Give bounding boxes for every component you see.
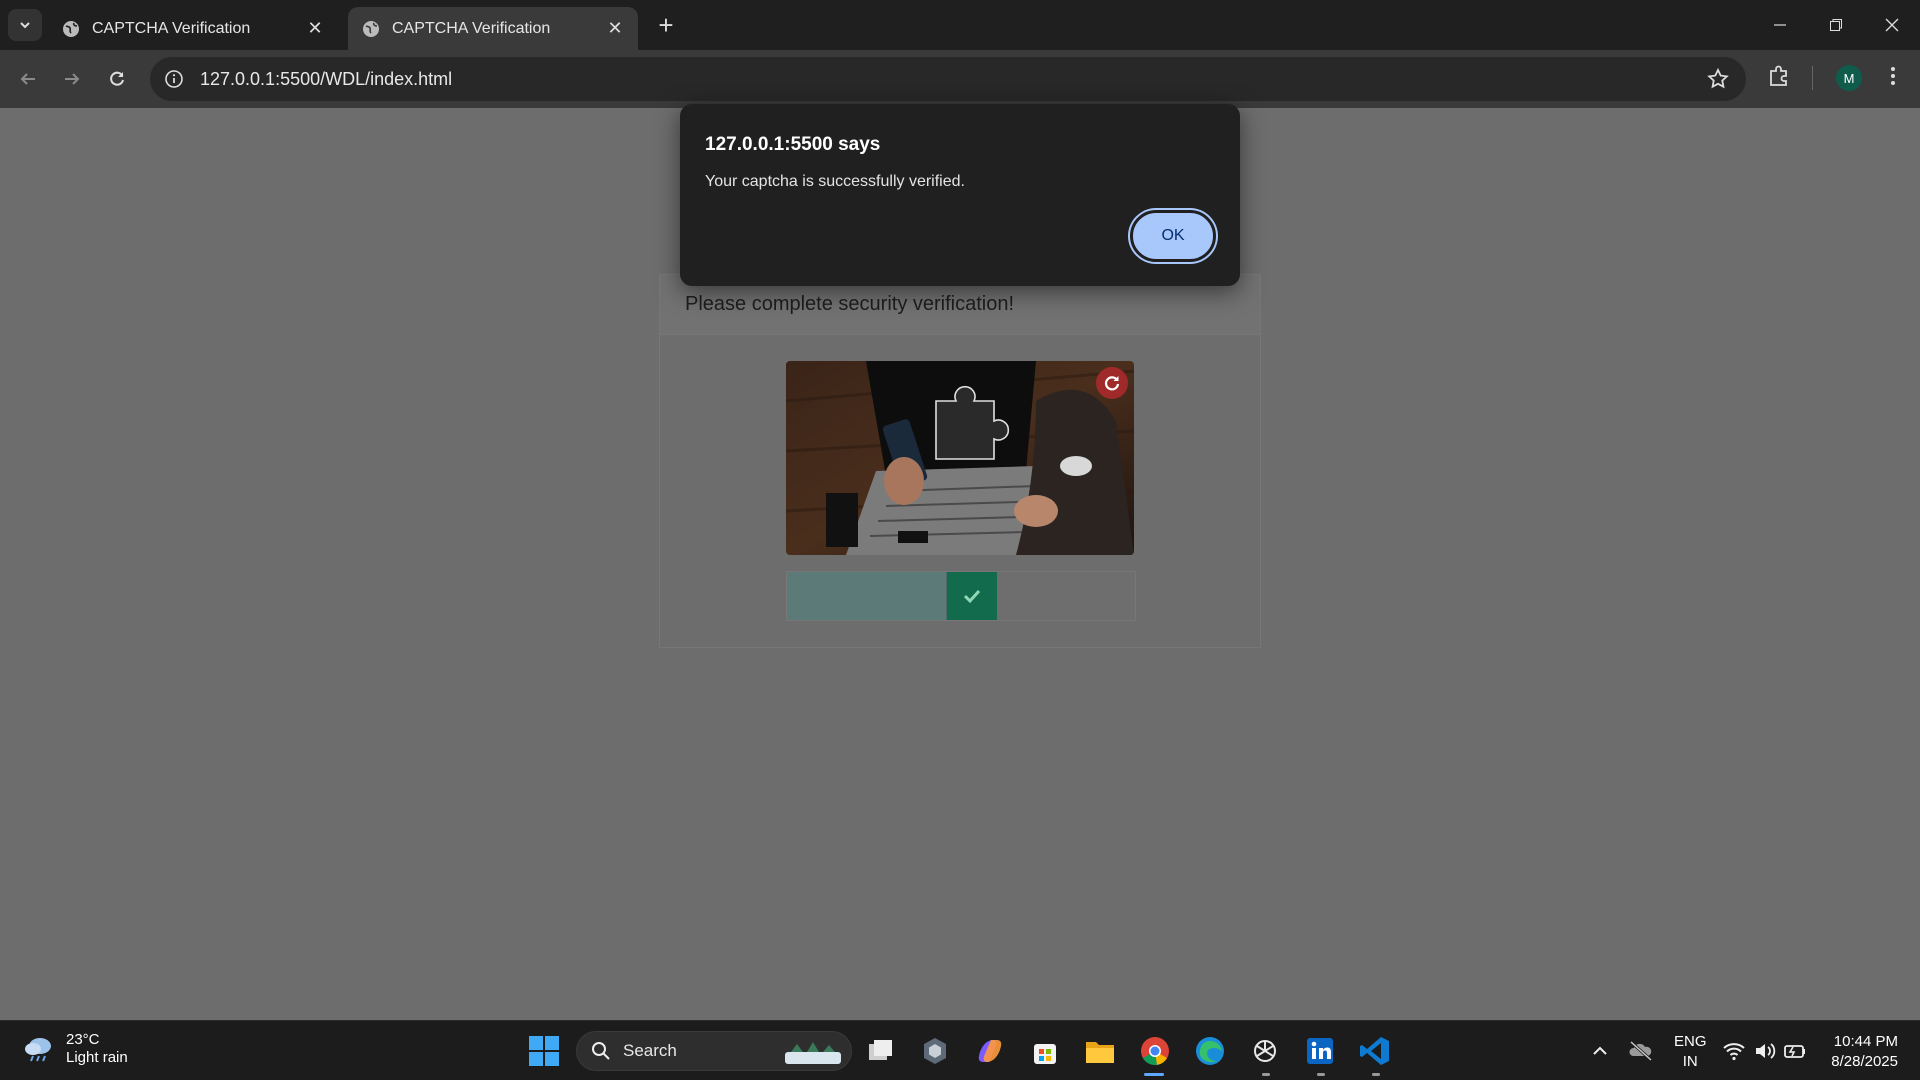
start-button[interactable] — [528, 1035, 560, 1067]
tab-captcha-1[interactable]: CAPTCHA Verification ✕ — [48, 7, 338, 50]
battery-icon[interactable] — [1778, 1034, 1812, 1068]
globe-icon — [363, 20, 379, 37]
vscode-icon[interactable] — [1358, 1034, 1392, 1068]
profile-avatar[interactable]: M — [1836, 65, 1862, 91]
tab-captcha-2[interactable]: CAPTCHA Verification ✕ — [348, 7, 638, 50]
slider-progress-fill — [787, 572, 947, 620]
app-hexagon-icon[interactable] — [918, 1034, 952, 1068]
dialog-message: Your captcha is successfully verified. — [705, 173, 965, 190]
language-line1: ENG — [1674, 1033, 1707, 1050]
restore-button[interactable] — [1808, 0, 1864, 50]
window-controls — [1752, 0, 1920, 50]
task-view-icon[interactable] — [864, 1034, 898, 1068]
bookmark-star-icon[interactable] — [1706, 67, 1730, 91]
weather-condition: Light rain — [66, 1049, 128, 1066]
chatgpt-icon[interactable] — [1248, 1034, 1282, 1068]
running-indicator — [1317, 1073, 1325, 1076]
toolbar-divider — [1812, 66, 1813, 90]
tab-title: CAPTCHA Verification — [392, 19, 551, 37]
puzzle-piece-icon — [1770, 65, 1787, 86]
system-clock[interactable]: 10:44 PM 8/28/2025 — [1831, 1032, 1898, 1072]
clock-date: 8/28/2025 — [1831, 1053, 1898, 1070]
minimize-icon — [1774, 24, 1786, 26]
extensions-button[interactable] — [1766, 63, 1792, 94]
close-icon[interactable]: ✕ — [606, 18, 624, 38]
store-icon[interactable] — [1028, 1034, 1062, 1068]
forward-button[interactable] — [56, 63, 88, 95]
chevron-up-icon[interactable] — [1583, 1034, 1617, 1068]
captcha-slider-track[interactable] — [786, 571, 1136, 621]
onedrive-off-icon[interactable] — [1624, 1034, 1658, 1068]
windows-logo-icon — [529, 1036, 559, 1066]
running-indicator — [1262, 1073, 1270, 1076]
url-text[interactable]: 127.0.0.1:5500/WDL/index.html — [200, 69, 452, 90]
tab-title: CAPTCHA Verification — [92, 19, 251, 37]
refresh-captcha-button[interactable] — [1096, 367, 1128, 399]
refresh-icon — [1104, 376, 1120, 391]
language-indicator[interactable]: ENG IN — [1674, 1032, 1707, 1072]
tab-search-button[interactable] — [8, 9, 42, 41]
wifi-icon[interactable] — [1717, 1034, 1751, 1068]
rain-cloud-icon — [25, 1038, 51, 1062]
volume-icon[interactable] — [1748, 1034, 1782, 1068]
arrow-left-icon — [20, 73, 35, 85]
captcha-card: Please complete security verification! — [659, 274, 1261, 648]
search-icon — [592, 1042, 610, 1060]
alert-dialog: 127.0.0.1:5500 says Your captcha is succ… — [680, 104, 1240, 286]
weather-temp: 23°C — [66, 1031, 100, 1048]
active-indicator — [1144, 1073, 1164, 1076]
captcha-image — [786, 361, 1134, 555]
minimize-button[interactable] — [1752, 0, 1808, 50]
arrow-right-icon — [65, 73, 80, 85]
edge-icon[interactable] — [1193, 1034, 1227, 1068]
close-icon[interactable]: ✕ — [306, 18, 324, 38]
back-button[interactable] — [12, 63, 44, 95]
chevron-down-icon — [20, 22, 30, 29]
more-vert-icon — [1891, 67, 1895, 85]
taskbar: 23°C Light rain Search ENG IN 10:44 PM 8… — [0, 1020, 1920, 1080]
clock-time: 10:44 PM — [1833, 1033, 1898, 1050]
captcha-photo — [786, 361, 1134, 555]
search-label: Search — [623, 1041, 677, 1060]
close-icon — [1885, 18, 1899, 32]
restore-icon — [1830, 19, 1842, 31]
address-bar[interactable]: 127.0.0.1:5500/WDL/index.html — [150, 57, 1746, 101]
dialog-title: 127.0.0.1:5500 says — [705, 134, 881, 155]
globe-icon — [63, 20, 79, 37]
weather-widget[interactable]: 23°C Light rain — [22, 1031, 128, 1067]
close-window-button[interactable] — [1864, 0, 1920, 50]
reload-icon — [110, 71, 124, 86]
slider-handle[interactable] — [947, 572, 997, 620]
linkedin-icon[interactable] — [1303, 1034, 1337, 1068]
chrome-icon[interactable] — [1138, 1034, 1172, 1068]
browser-toolbar: 127.0.0.1:5500/WDL/index.html — [0, 50, 1920, 108]
language-line2: IN — [1682, 1053, 1698, 1070]
menu-button[interactable] — [1880, 63, 1906, 94]
search-highlight-icon — [785, 1042, 841, 1064]
site-info-icon[interactable] — [162, 67, 186, 91]
copilot-icon[interactable] — [973, 1034, 1007, 1068]
reload-button[interactable] — [101, 63, 133, 95]
tab-strip: CAPTCHA Verification ✕ CAPTCHA Verificat… — [0, 0, 1920, 50]
ok-button[interactable]: OK — [1130, 210, 1216, 262]
taskbar-search[interactable]: Search — [576, 1031, 852, 1071]
checkmark-icon — [963, 589, 981, 604]
running-indicator — [1372, 1073, 1380, 1076]
file-explorer-icon[interactable] — [1083, 1034, 1117, 1068]
new-tab-button[interactable]: + — [652, 12, 680, 40]
